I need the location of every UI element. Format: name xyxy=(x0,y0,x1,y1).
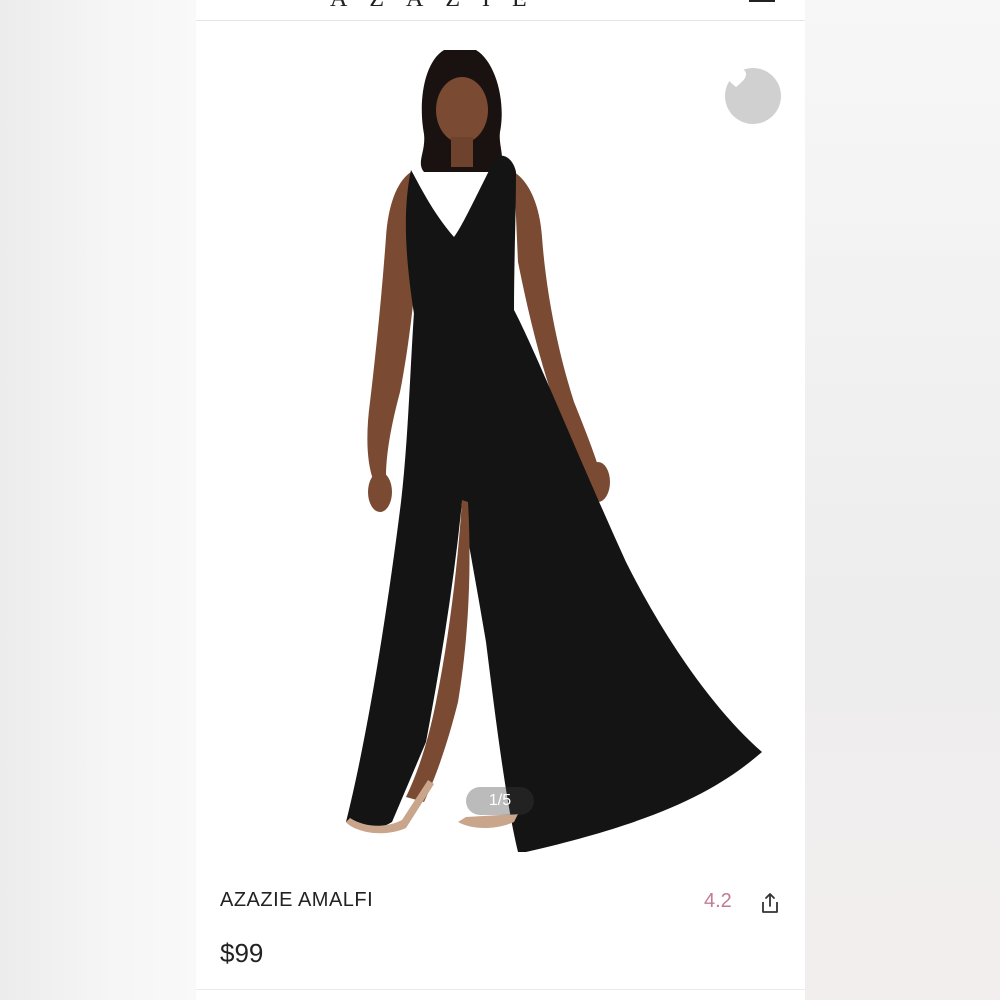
background-left xyxy=(0,0,196,1000)
gallery-page-indicator: 1/5 xyxy=(466,787,534,815)
favorite-button[interactable] xyxy=(725,68,781,124)
product-price: $99 xyxy=(220,938,264,968)
product-name: AZAZIE AMALFI xyxy=(220,889,374,911)
heart-icon xyxy=(726,69,746,87)
product-photo xyxy=(346,50,762,852)
product-rating[interactable]: 4.2 xyxy=(704,890,732,913)
background-right xyxy=(805,0,1000,1000)
menu-icon[interactable] xyxy=(749,0,775,2)
top-header: AZAZIE xyxy=(196,0,805,21)
divider xyxy=(196,989,805,990)
share-icon[interactable] xyxy=(760,892,780,914)
product-screen: AZAZIE xyxy=(196,0,805,1000)
brand-logo[interactable]: AZAZIE xyxy=(330,0,560,13)
product-image-gallery[interactable]: 1/5 xyxy=(196,22,805,867)
